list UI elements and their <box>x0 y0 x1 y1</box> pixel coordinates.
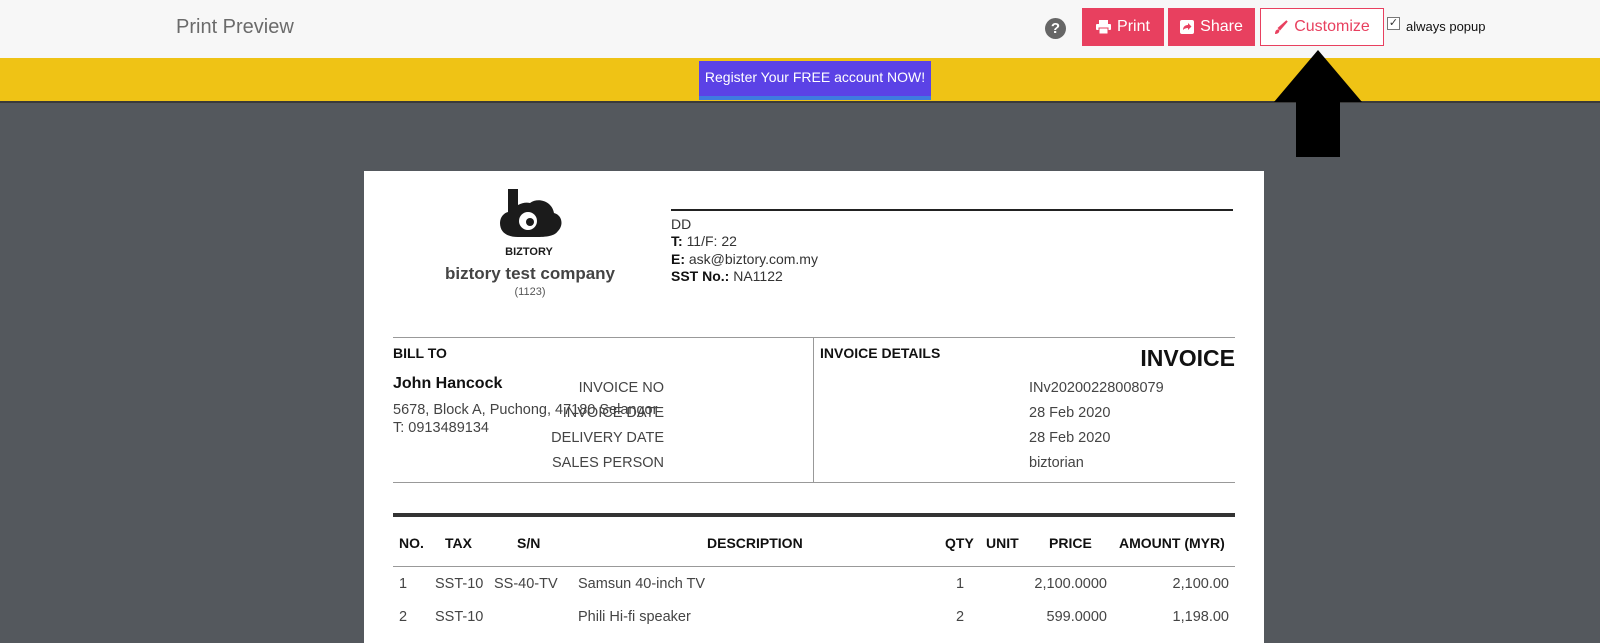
printer-icon <box>1096 20 1112 34</box>
sales-person-label: SALES PERSON <box>551 455 664 471</box>
paintbrush-icon <box>1275 19 1288 34</box>
company-email-label: E: <box>671 251 685 267</box>
company-address: DD <box>671 216 692 232</box>
sales-person-value: biztorian <box>1029 455 1084 471</box>
bill-to-heading: BILL TO <box>393 345 447 361</box>
row-qty: 1 <box>956 576 965 592</box>
col-header-unit: UNIT <box>986 535 1019 551</box>
row-price: 2,100.0000 <box>1034 576 1107 592</box>
page-title: Print Preview <box>176 16 294 38</box>
invoice-no-label: INVOICE NO <box>578 380 664 396</box>
row-tax: SST-10 <box>435 609 484 625</box>
invoice-document: BIZTORY biztory test company (1123) DD T… <box>364 171 1264 643</box>
logo-wordmark: BIZTORY <box>505 246 553 258</box>
row-price: 599.0000 <box>1046 609 1107 625</box>
col-header-description: DESCRIPTION <box>707 535 803 551</box>
row-no: 2 <box>399 609 408 625</box>
invoice-no-value: INv20200228008079 <box>1029 380 1164 396</box>
invoice-details-heading: INVOICE DETAILS <box>820 345 941 361</box>
document-title: INVOICE <box>1140 345 1235 371</box>
col-header-tax: TAX <box>445 535 472 551</box>
always-popup-checkbox[interactable]: ✓ <box>1387 17 1400 30</box>
col-header-sn: S/N <box>517 535 541 551</box>
col-header-no: NO. <box>399 535 424 551</box>
help-circle-icon[interactable]: ? <box>1045 18 1066 39</box>
company-phone: T: 11/F: 22 <box>671 233 737 249</box>
row-qty: 2 <box>956 609 965 625</box>
col-header-amount: AMOUNT (MYR) <box>1119 535 1225 551</box>
company-reg-no: (1123) <box>514 286 546 298</box>
section-divider <box>393 337 1235 338</box>
column-divider <box>813 337 814 482</box>
table-top-rule <box>393 513 1235 517</box>
section-divider <box>393 482 1235 483</box>
row-tax: SST-10 <box>435 576 484 592</box>
delivery-date-label: DELIVERY DATE <box>551 430 664 446</box>
table-header-rule <box>393 566 1235 567</box>
invoice-date-value: 28 Feb 2020 <box>1029 405 1111 421</box>
register-button[interactable]: Register Your FREE account NOW! <box>699 61 931 100</box>
customize-button-label: Customize <box>1294 18 1370 35</box>
row-no: 1 <box>399 576 408 592</box>
always-popup-label: always popup <box>1406 19 1486 34</box>
row-description: Phili Hi-fi speaker <box>578 609 691 625</box>
row-amount: 2,100.00 <box>1172 576 1229 592</box>
biztory-logo: BIZTORY <box>500 189 562 258</box>
company-sst-label: SST No.: <box>671 268 730 284</box>
company-email: E: ask@biztory.com.my <box>671 251 818 267</box>
print-button-label: Print <box>1117 18 1150 35</box>
row-sn: SS-40-TV <box>494 576 558 592</box>
print-button[interactable]: Print <box>1082 8 1164 46</box>
col-header-qty: QTY <box>945 535 974 551</box>
company-phone-value: 11/F: 22 <box>686 233 737 249</box>
company-name: biztory test company <box>444 264 616 283</box>
row-amount: 1,198.00 <box>1172 609 1229 625</box>
share-button[interactable]: Share <box>1168 8 1255 46</box>
share-button-label: Share <box>1200 18 1243 35</box>
company-email-value: ask@biztory.com.my <box>688 251 818 267</box>
header-divider <box>671 209 1233 211</box>
row-description: Samsun 40-inch TV <box>578 576 706 592</box>
delivery-date-value: 28 Feb 2020 <box>1029 430 1111 446</box>
share-icon <box>1180 20 1195 34</box>
company-sst-value: NA1122 <box>733 268 783 284</box>
invoice-date-label: INVOICE DATE <box>562 405 664 421</box>
company-phone-label: T: <box>671 233 683 249</box>
up-arrow-icon <box>1274 50 1362 157</box>
company-sst: SST No.: NA1122 <box>671 268 783 284</box>
col-header-price: PRICE <box>1049 535 1092 551</box>
customize-button[interactable]: Customize <box>1260 8 1384 46</box>
